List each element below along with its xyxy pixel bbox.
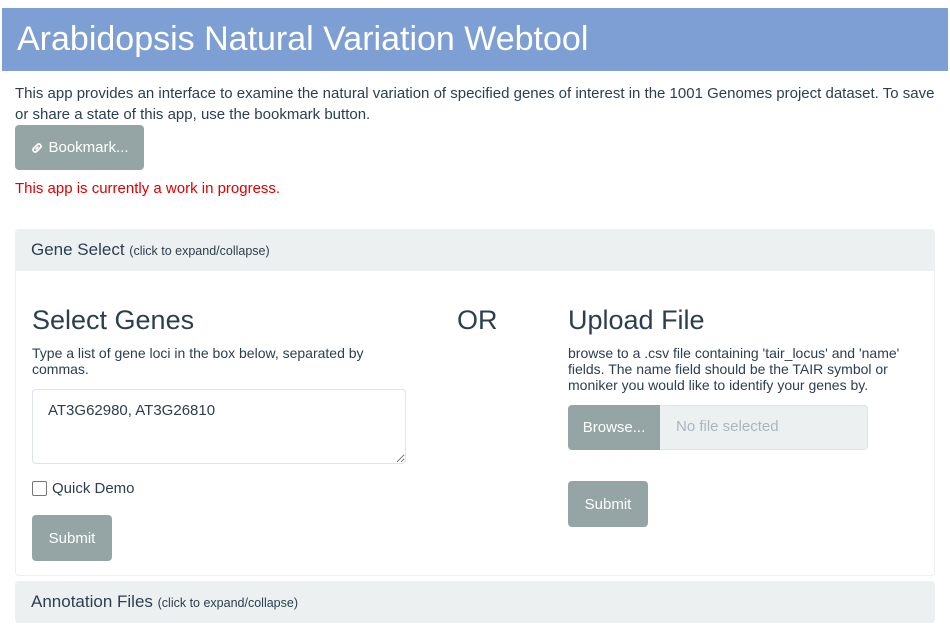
wip-notice: This app is currently a work in progress…	[15, 180, 281, 197]
upload-file-heading: Upload File	[568, 305, 705, 335]
upload-file-help: browse to a .csv file containing 'tair_l…	[568, 345, 900, 393]
quick-demo-checkbox[interactable]: Quick Demo	[32, 480, 135, 497]
upload-submit-button[interactable]: Submit	[568, 481, 648, 527]
gene-loci-input[interactable]: AT3G62980, AT3G26810	[32, 389, 406, 464]
select-genes-heading: Select Genes	[32, 305, 195, 335]
annotation-files-panel: Annotation Files (click to expand/collap…	[15, 581, 935, 623]
annotation-files-panel-heading[interactable]: Annotation Files (click to expand/collap…	[16, 582, 934, 623]
link-icon	[32, 142, 43, 153]
annotation-files-title: Annotation Files	[31, 592, 153, 611]
intro-text: This app provides an interface to examin…	[15, 85, 935, 123]
app-header: Arabidopsis Natural Variation Webtool	[2, 8, 948, 71]
checkbox-box[interactable]	[32, 481, 47, 496]
quick-demo-label: Quick Demo	[52, 480, 135, 497]
app-title: Arabidopsis Natural Variation Webtool	[17, 20, 589, 58]
annotation-files-hint: (click to expand/collapse)	[157, 596, 298, 610]
select-genes-help: Type a list of gene loci in the box belo…	[32, 345, 364, 377]
file-upload-group: Browse... No file selected	[568, 405, 868, 450]
gene-select-panel: Gene Select (click to expand/collapse) S…	[15, 229, 935, 576]
gene-select-hint: (click to expand/collapse)	[129, 244, 270, 258]
gene-select-title: Gene Select	[31, 240, 125, 259]
browse-button[interactable]: Browse...	[568, 405, 660, 450]
select-genes-submit-button[interactable]: Submit	[32, 515, 112, 561]
bookmark-button[interactable]: Bookmark...	[15, 125, 144, 170]
file-name-display: No file selected	[660, 405, 868, 450]
gene-select-panel-heading[interactable]: Gene Select (click to expand/collapse)	[16, 230, 934, 271]
or-label: OR	[457, 305, 498, 335]
bookmark-label: Bookmark...	[48, 139, 129, 156]
